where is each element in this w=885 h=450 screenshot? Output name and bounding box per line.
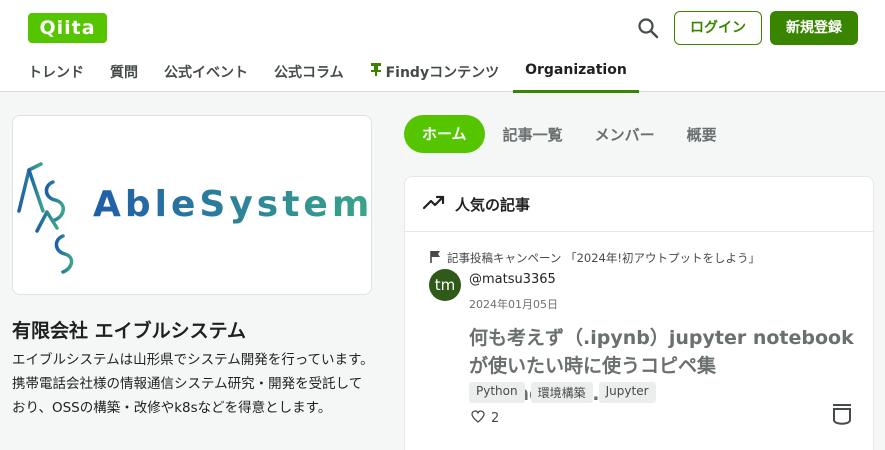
- signup-button[interactable]: 新規登録: [770, 11, 858, 45]
- campaign-text: 記事投稿キャンペーン 「2024年!初アウトプットをしよう」: [447, 251, 760, 265]
- tab-overview[interactable]: 概要: [687, 124, 717, 145]
- org-description: エイブルシステムは山形県でシステム開発を行っています。 携帯電話会社様の情報通信…: [12, 352, 374, 416]
- tag[interactable]: Jupyter: [598, 382, 656, 403]
- nav-item-label: Organization: [525, 62, 627, 78]
- nav-item-trend[interactable]: トレンド: [28, 56, 84, 92]
- article-date: 2024年01月05日: [469, 298, 558, 311]
- tab-home[interactable]: ホーム: [404, 115, 485, 153]
- nav-item-official-events[interactable]: 公式イベント: [164, 56, 248, 92]
- site-header: Qiita ログイン 新規登録 トレンド 質問 公式イベント 公式コラム Fin…: [0, 0, 885, 93]
- heart-icon: [471, 410, 485, 427]
- popular-articles-card: 人気の記事 記事投稿キャンペーン 「2024年!初アウトプットをしよう」 tm …: [404, 176, 874, 450]
- search-icon[interactable]: [636, 16, 660, 40]
- nav-item-label: Findyコンテンツ: [385, 65, 500, 81]
- org-logo-text: AbleSystem: [93, 184, 372, 225]
- org-logo-image: AbleSystem: [17, 162, 372, 274]
- login-button[interactable]: ログイン: [674, 11, 762, 45]
- nav-item-label: トレンド: [28, 65, 84, 81]
- campaign-badge[interactable]: 記事投稿キャンペーン 「2024年!初アウトプットをしよう」: [429, 250, 873, 266]
- nav-item-label: 質問: [110, 65, 138, 81]
- nav-item-label: 公式コラム: [274, 65, 344, 81]
- global-nav: トレンド 質問 公式イベント 公式コラム Findyコンテンツ Organiza…: [28, 56, 653, 93]
- tag[interactable]: 環境構築: [530, 382, 593, 403]
- stock-icon[interactable]: [831, 402, 853, 428]
- nav-item-label: 公式イベント: [164, 65, 248, 81]
- nav-item-findy[interactable]: Findyコンテンツ: [370, 56, 499, 92]
- nav-item-official-columns[interactable]: 公式コラム: [274, 56, 344, 92]
- tab-members[interactable]: メンバー: [595, 124, 655, 145]
- author-avatar[interactable]: tm: [429, 269, 461, 301]
- nav-item-questions[interactable]: 質問: [110, 56, 138, 92]
- org-logo-card: AbleSystem: [12, 115, 372, 295]
- findy-icon: [370, 62, 382, 80]
- flag-icon: [429, 250, 441, 266]
- likes-count: 2: [491, 411, 500, 426]
- org-name: 有限会社 エイブルシステム: [12, 320, 247, 342]
- trending-icon: [422, 194, 445, 214]
- qiita-logo[interactable]: Qiita: [28, 13, 107, 43]
- nav-item-organization[interactable]: Organization: [513, 56, 639, 93]
- popular-articles-title: 人気の記事: [455, 195, 531, 214]
- article-tags: Python 環境構築 Jupyter: [469, 382, 662, 403]
- tab-articles[interactable]: 記事一覧: [503, 124, 563, 145]
- tag[interactable]: Python: [469, 382, 525, 403]
- author-name[interactable]: @matsu3365: [469, 272, 556, 287]
- org-tabs: ホーム 記事一覧 メンバー 概要: [404, 115, 749, 153]
- popular-articles-header: 人気の記事: [405, 177, 873, 232]
- likes: 2: [471, 410, 499, 427]
- article-item[interactable]: 記事投稿キャンペーン 「2024年!初アウトプットをしよう」 tm @matsu…: [405, 232, 873, 426]
